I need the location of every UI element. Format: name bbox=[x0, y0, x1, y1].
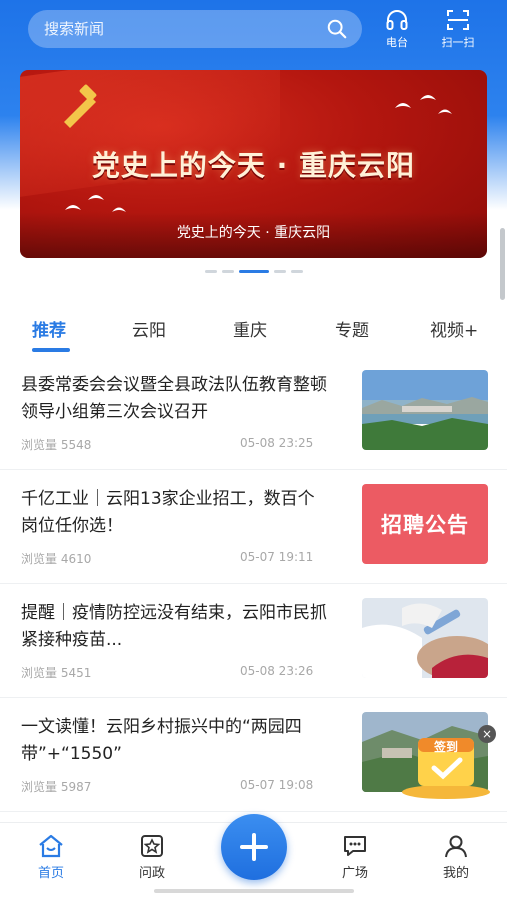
radio-label: 电台 bbox=[386, 36, 408, 49]
banner-carousel[interactable]: 党史上的今天 · 重庆云阳 党史上的今天 · 重庆云阳 bbox=[20, 70, 487, 258]
news-item[interactable]: 县委常委会会议暨全县政法队伍教育整顿领导小组第三次会议召开 浏览量 5548 0… bbox=[0, 356, 507, 470]
news-title: 一文读懂！云阳乡村振兴中的“两园四带”+“1550” bbox=[21, 717, 302, 764]
carousel-dot[interactable] bbox=[205, 270, 217, 273]
carousel-dot[interactable] bbox=[291, 270, 303, 273]
profile-icon bbox=[445, 835, 467, 858]
signin-floating-button[interactable]: 签到 bbox=[400, 728, 492, 800]
tab-yunyang[interactable]: 云阳 bbox=[132, 316, 166, 341]
scan-label: 扫一扫 bbox=[441, 36, 475, 49]
scan-icon bbox=[447, 10, 469, 30]
nav-profile-label: 我的 bbox=[442, 866, 469, 881]
carousel-dot-active[interactable] bbox=[239, 270, 269, 273]
news-item[interactable]: 千亿工业｜云阳13家企业招工，数百个岗位任你选！ 浏览量 4610 05-07 … bbox=[0, 470, 507, 584]
publish-button[interactable] bbox=[221, 814, 287, 880]
news-time: 05-08 23:26 bbox=[240, 664, 314, 678]
nav-square-label: 广场 bbox=[341, 866, 368, 881]
nav-home-label: 首页 bbox=[37, 866, 64, 881]
plus-icon bbox=[240, 833, 268, 861]
carousel-dot[interactable] bbox=[274, 270, 286, 273]
nav-profile[interactable]: 我的 bbox=[426, 833, 486, 881]
nav-home[interactable]: 首页 bbox=[21, 833, 81, 881]
tab-recommend[interactable]: 推荐 bbox=[32, 316, 66, 341]
tab-active-indicator bbox=[32, 348, 70, 352]
carousel-dot[interactable] bbox=[222, 270, 234, 273]
radio-button[interactable]: 电台 bbox=[377, 8, 417, 52]
news-views: 浏览量 5987 bbox=[21, 780, 92, 794]
nav-inquiry-label: 问政 bbox=[138, 866, 165, 881]
tab-video[interactable]: 视频+ bbox=[430, 316, 478, 341]
search-input[interactable] bbox=[44, 20, 314, 38]
search-icon[interactable] bbox=[326, 18, 348, 40]
category-tabs: 推荐 云阳 重庆 专题 视频+ bbox=[0, 312, 507, 354]
news-thumbnail: 招聘公告 bbox=[362, 484, 488, 564]
nav-inquiry[interactable]: 问政 bbox=[122, 833, 182, 881]
news-title: 提醒｜疫情防控远没有结束，云阳市民抓紧接种疫苗... bbox=[21, 603, 327, 650]
news-thumbnail bbox=[362, 370, 488, 450]
scan-button[interactable]: 扫一扫 bbox=[438, 8, 478, 52]
news-time: 05-08 23:25 bbox=[240, 436, 314, 450]
news-time: 05-07 19:08 bbox=[240, 778, 314, 792]
news-title: 千亿工业｜云阳13家企业招工，数百个岗位任你选！ bbox=[21, 489, 315, 536]
home-indicator bbox=[154, 889, 354, 893]
news-views: 浏览量 4610 bbox=[21, 552, 92, 566]
home-icon bbox=[39, 834, 63, 858]
banner-caption: 党史上的今天 · 重庆云阳 bbox=[176, 225, 331, 241]
scrollbar[interactable] bbox=[500, 228, 505, 300]
news-views: 浏览量 5548 bbox=[21, 438, 92, 452]
news-views: 浏览量 5451 bbox=[21, 666, 92, 680]
inquiry-icon bbox=[141, 835, 163, 857]
headphones-icon bbox=[386, 10, 408, 30]
doves-icon bbox=[395, 95, 452, 114]
tab-chongqing[interactable]: 重庆 bbox=[233, 316, 267, 341]
news-time: 05-07 19:11 bbox=[240, 550, 314, 564]
close-icon[interactable]: × bbox=[478, 725, 496, 743]
search-bar[interactable] bbox=[28, 10, 362, 48]
news-item[interactable]: 提醒｜疫情防控远没有结束，云阳市民抓紧接种疫苗... 浏览量 5451 05-0… bbox=[0, 584, 507, 698]
signin-label: 签到 bbox=[433, 740, 458, 754]
news-thumbnail bbox=[362, 598, 488, 678]
tab-topics[interactable]: 专题 bbox=[335, 316, 369, 341]
news-title: 县委常委会会议暨全县政法队伍教育整顿领导小组第三次会议召开 bbox=[21, 375, 327, 422]
square-chat-icon bbox=[344, 836, 366, 856]
carousel-indicator bbox=[205, 270, 303, 273]
recruit-banner-text: 招聘公告 bbox=[381, 513, 469, 537]
party-emblem-icon bbox=[64, 84, 99, 129]
banner-headline: 党史上的今天 · 重庆云阳 bbox=[91, 149, 416, 182]
nav-square[interactable]: 广场 bbox=[325, 833, 385, 881]
